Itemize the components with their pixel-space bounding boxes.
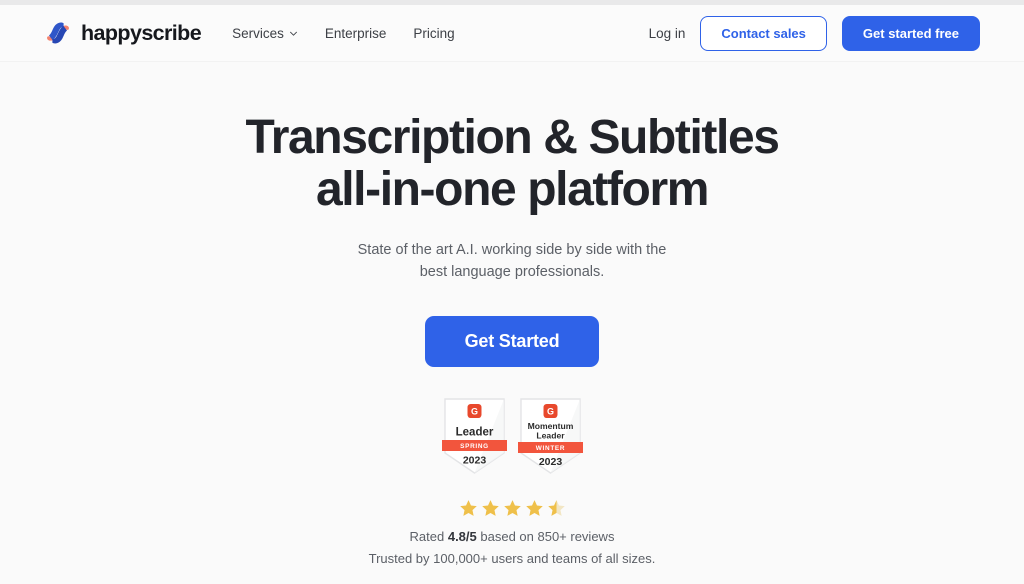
nav-item-pricing[interactable]: Pricing: [413, 26, 454, 41]
g2-badge-leader-spring[interactable]: G Leader SPRING 2023: [441, 397, 507, 475]
badge-title: Leader: [455, 426, 493, 438]
svg-text:G: G: [470, 406, 477, 416]
g2-badge-momentum-leader-winter[interactable]: G Momentum Leader WINTER 2023: [517, 397, 583, 475]
hero-section: Transcription & Subtitles all-in-one pla…: [0, 62, 1024, 551]
trusted-by-text: Trusted by 100,000+ users and teams of a…: [368, 551, 656, 566]
rating-score: 4.8/5: [447, 528, 477, 544]
star-icon-half-5: [547, 499, 566, 518]
nav-item-enterprise[interactable]: Enterprise: [325, 26, 387, 41]
star-rating: [459, 499, 566, 518]
award-badges: G Leader SPRING 2023 G Momentum Leader W…: [441, 397, 583, 475]
nav-item-label: Pricing: [413, 25, 455, 41]
hero-subtitle: State of the art A.I. working side by si…: [357, 241, 667, 281]
login-link[interactable]: Log in: [649, 26, 686, 41]
star-icon-filled-4: [525, 499, 544, 518]
landing-page: happyscribe Services Enterprise Pricing …: [0, 0, 1024, 584]
badge-subtitle: Leader: [536, 430, 565, 440]
star-icon-filled-3: [503, 499, 522, 518]
rating-suffix: based on 850+ reviews: [476, 528, 615, 544]
badge-year: 2023: [538, 456, 562, 468]
page-title-line-2: all-in-one platform: [315, 163, 709, 217]
contact-sales-button[interactable]: Contact sales: [700, 15, 827, 51]
rating-summary: Rated 4.8/5 based on 850+ reviews: [410, 529, 615, 544]
svg-text:G: G: [546, 406, 553, 416]
chevron-down-icon: [289, 29, 298, 38]
main-nav: Services Enterprise Pricing: [232, 26, 455, 41]
page-title: Transcription & Subtitles all-in-one pla…: [245, 111, 779, 217]
rating-prefix: Rated: [409, 528, 448, 544]
badge-ribbon-label: WINTER: [535, 445, 564, 452]
page-title-line-1: Transcription & Subtitles: [245, 111, 779, 164]
nav-item-label: Enterprise: [324, 25, 387, 41]
happyscribe-s-logo-icon: [44, 19, 72, 47]
get-started-button[interactable]: Get Started: [424, 315, 600, 367]
header-actions: Log in Contact sales Get started free: [649, 15, 980, 51]
badge-year: 2023: [462, 454, 486, 466]
star-icon-filled-1: [459, 499, 478, 518]
nav-item-label: Services: [232, 25, 284, 41]
star-icon-filled-2: [481, 499, 500, 518]
badge-ribbon-label: SPRING: [460, 443, 489, 450]
get-started-free-button[interactable]: Get started free: [841, 15, 980, 51]
brand-name: happyscribe: [81, 20, 202, 45]
brand-logo[interactable]: happyscribe: [44, 19, 202, 47]
nav-item-services[interactable]: Services: [232, 26, 298, 41]
site-header: happyscribe Services Enterprise Pricing …: [0, 5, 1024, 62]
